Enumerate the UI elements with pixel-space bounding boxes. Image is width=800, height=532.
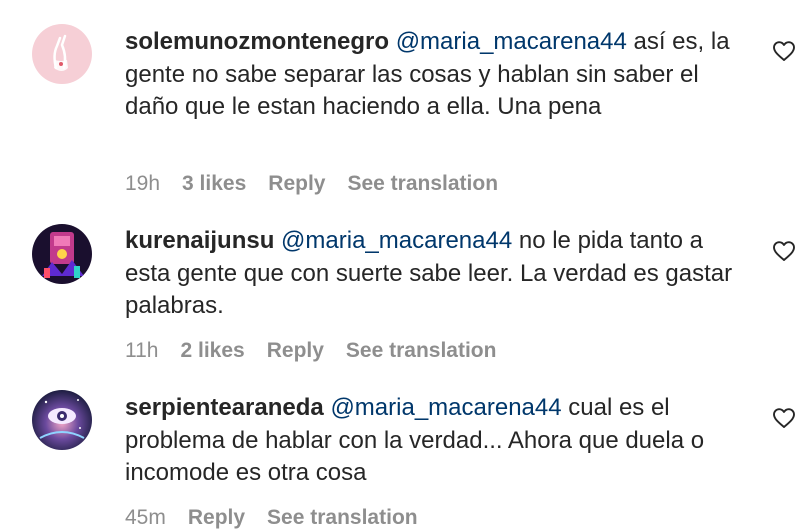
comment-mention[interactable]: @maria_macarena44 bbox=[396, 28, 627, 55]
comment-mention[interactable]: @maria_macarena44 bbox=[330, 394, 561, 421]
crossed-fingers-sticker-icon[interactable] bbox=[32, 24, 92, 84]
reply-button[interactable]: Reply bbox=[267, 339, 324, 363]
comment-meta: 45m Reply See translation bbox=[125, 506, 418, 530]
comment-timestamp[interactable]: 45m bbox=[125, 506, 166, 530]
comment-likes-count[interactable]: 3 likes bbox=[182, 172, 246, 196]
cosmic-eye-avatar-icon[interactable] bbox=[32, 390, 92, 450]
see-translation-button[interactable]: See translation bbox=[267, 506, 418, 530]
comment-username[interactable]: serpientearaneda bbox=[125, 394, 324, 421]
comment-mention[interactable]: @maria_macarena44 bbox=[281, 227, 512, 254]
heart-outline-icon[interactable] bbox=[771, 406, 797, 430]
comment-likes-count[interactable]: 2 likes bbox=[180, 339, 244, 363]
comment-meta: 19h 3 likes Reply See translation bbox=[125, 172, 498, 196]
comment-body: kurenaijunsu @maria_macarena44 no le pid… bbox=[125, 225, 755, 323]
see-translation-button[interactable]: See translation bbox=[346, 339, 497, 363]
comment-timestamp[interactable]: 11h bbox=[125, 339, 158, 363]
reply-button[interactable]: Reply bbox=[268, 172, 325, 196]
heart-outline-icon[interactable] bbox=[771, 39, 797, 63]
see-translation-button[interactable]: See translation bbox=[347, 172, 498, 196]
heart-outline-icon[interactable] bbox=[771, 239, 797, 263]
comment-timestamp[interactable]: 19h bbox=[125, 172, 160, 196]
comment-meta: 11h 2 likes Reply See translation bbox=[125, 339, 496, 363]
comment-body: serpientearaneda @maria_macarena44 cual … bbox=[125, 392, 755, 490]
neon-illustration-avatar-icon[interactable] bbox=[32, 224, 92, 284]
reply-button[interactable]: Reply bbox=[188, 506, 245, 530]
comment-body: solemunozmontenegro @maria_macarena44 as… bbox=[125, 26, 755, 124]
comment-username[interactable]: solemunozmontenegro bbox=[125, 28, 389, 55]
comment-username[interactable]: kurenaijunsu bbox=[125, 227, 274, 254]
